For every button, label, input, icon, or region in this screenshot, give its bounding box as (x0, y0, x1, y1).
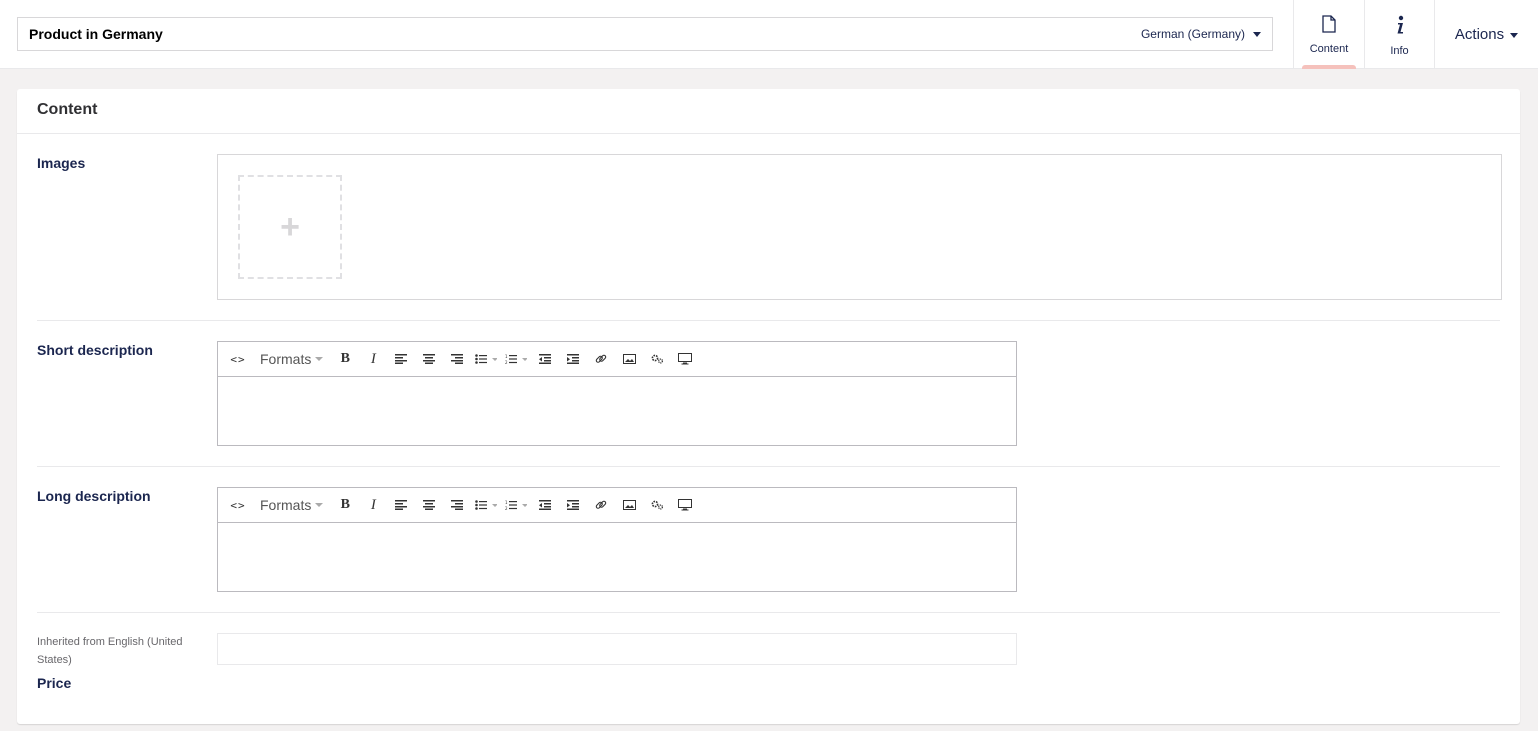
short-description-editor: <> Formats B I 12 (217, 341, 1017, 446)
long-description-label: Long description (37, 488, 151, 504)
source-code-icon[interactable]: <> (224, 347, 252, 371)
align-center-icon[interactable] (415, 347, 443, 371)
italic-icon[interactable]: I (359, 347, 387, 371)
media-picker: + (217, 154, 1502, 300)
align-left-icon[interactable] (387, 347, 415, 371)
actions-menu-button[interactable]: Actions (1434, 0, 1538, 69)
node-name-field[interactable]: Product in Germany German (Germany) (17, 17, 1273, 51)
chevron-down-icon (315, 357, 324, 361)
svg-text:2: 2 (505, 360, 508, 364)
embed-icon[interactable] (671, 347, 699, 371)
svg-text:1: 1 (505, 500, 508, 505)
node-name-input[interactable]: Product in Germany (29, 26, 163, 42)
add-image-button[interactable]: + (238, 175, 342, 279)
plus-icon: + (280, 208, 300, 246)
formats-dropdown[interactable]: Formats (252, 347, 331, 371)
divider (37, 612, 1500, 613)
numbered-list-icon[interactable]: 12 (501, 347, 531, 371)
align-right-icon[interactable] (443, 347, 471, 371)
chevron-down-icon (315, 503, 324, 507)
macro-icon[interactable] (643, 347, 671, 371)
align-left-icon[interactable] (387, 493, 415, 517)
tab-content-label: Content (1309, 43, 1349, 55)
price-input[interactable] (217, 633, 1017, 665)
bullet-list-icon[interactable] (471, 347, 501, 371)
outdent-icon[interactable] (531, 493, 559, 517)
svg-text:1: 1 (505, 354, 508, 359)
numbered-list-icon[interactable]: 12 (501, 493, 531, 517)
rte-toolbar: <> Formats B I 12 (218, 488, 1016, 523)
macro-icon[interactable] (643, 493, 671, 517)
panel-title: Content (17, 89, 1520, 134)
actions-label: Actions (1454, 26, 1505, 43)
tab-content[interactable]: Content (1293, 0, 1364, 69)
formats-label: Formats (260, 351, 312, 367)
divider (37, 466, 1500, 467)
culture-selector[interactable]: German (Germany) (1141, 27, 1261, 41)
tab-info-label: Info (1390, 45, 1409, 57)
source-code-icon[interactable]: <> (224, 493, 252, 517)
link-icon[interactable] (587, 347, 615, 371)
align-right-icon[interactable] (443, 493, 471, 517)
bullet-list-icon[interactable] (471, 493, 501, 517)
inherited-note: Inherited from English (United States) (37, 636, 183, 666)
image-icon[interactable] (615, 347, 643, 371)
short-description-label: Short description (37, 342, 153, 358)
formats-dropdown[interactable]: Formats (252, 493, 331, 517)
price-label: Price (37, 675, 72, 691)
formats-label: Formats (260, 497, 312, 513)
culture-label: German (Germany) (1140, 27, 1245, 41)
indent-icon[interactable] (559, 493, 587, 517)
indent-icon[interactable] (559, 347, 587, 371)
rte-toolbar: <> Formats B I 12 (218, 342, 1016, 377)
chevron-down-icon (1253, 31, 1261, 37)
tab-info[interactable]: Info (1364, 0, 1434, 69)
info-icon (1395, 15, 1405, 40)
embed-icon[interactable] (671, 493, 699, 517)
images-label: Images (37, 155, 86, 171)
short-description-body[interactable] (218, 377, 1016, 445)
long-description-body[interactable] (218, 523, 1016, 591)
outdent-icon[interactable] (531, 347, 559, 371)
content-panel: Content Images + Short description <> Fo… (17, 89, 1520, 724)
document-icon (1322, 15, 1336, 38)
svg-text:2: 2 (505, 506, 508, 510)
editor-header: Product in Germany German (Germany) Cont… (0, 0, 1538, 69)
italic-icon[interactable]: I (359, 493, 387, 517)
align-center-icon[interactable] (415, 493, 443, 517)
bold-icon[interactable]: B (331, 347, 359, 371)
divider (37, 320, 1500, 321)
active-tab-indicator (1302, 65, 1356, 69)
chevron-down-icon (1510, 32, 1519, 38)
link-icon[interactable] (587, 493, 615, 517)
long-description-editor: <> Formats B I 12 (217, 487, 1017, 592)
image-icon[interactable] (615, 493, 643, 517)
bold-icon[interactable]: B (331, 493, 359, 517)
